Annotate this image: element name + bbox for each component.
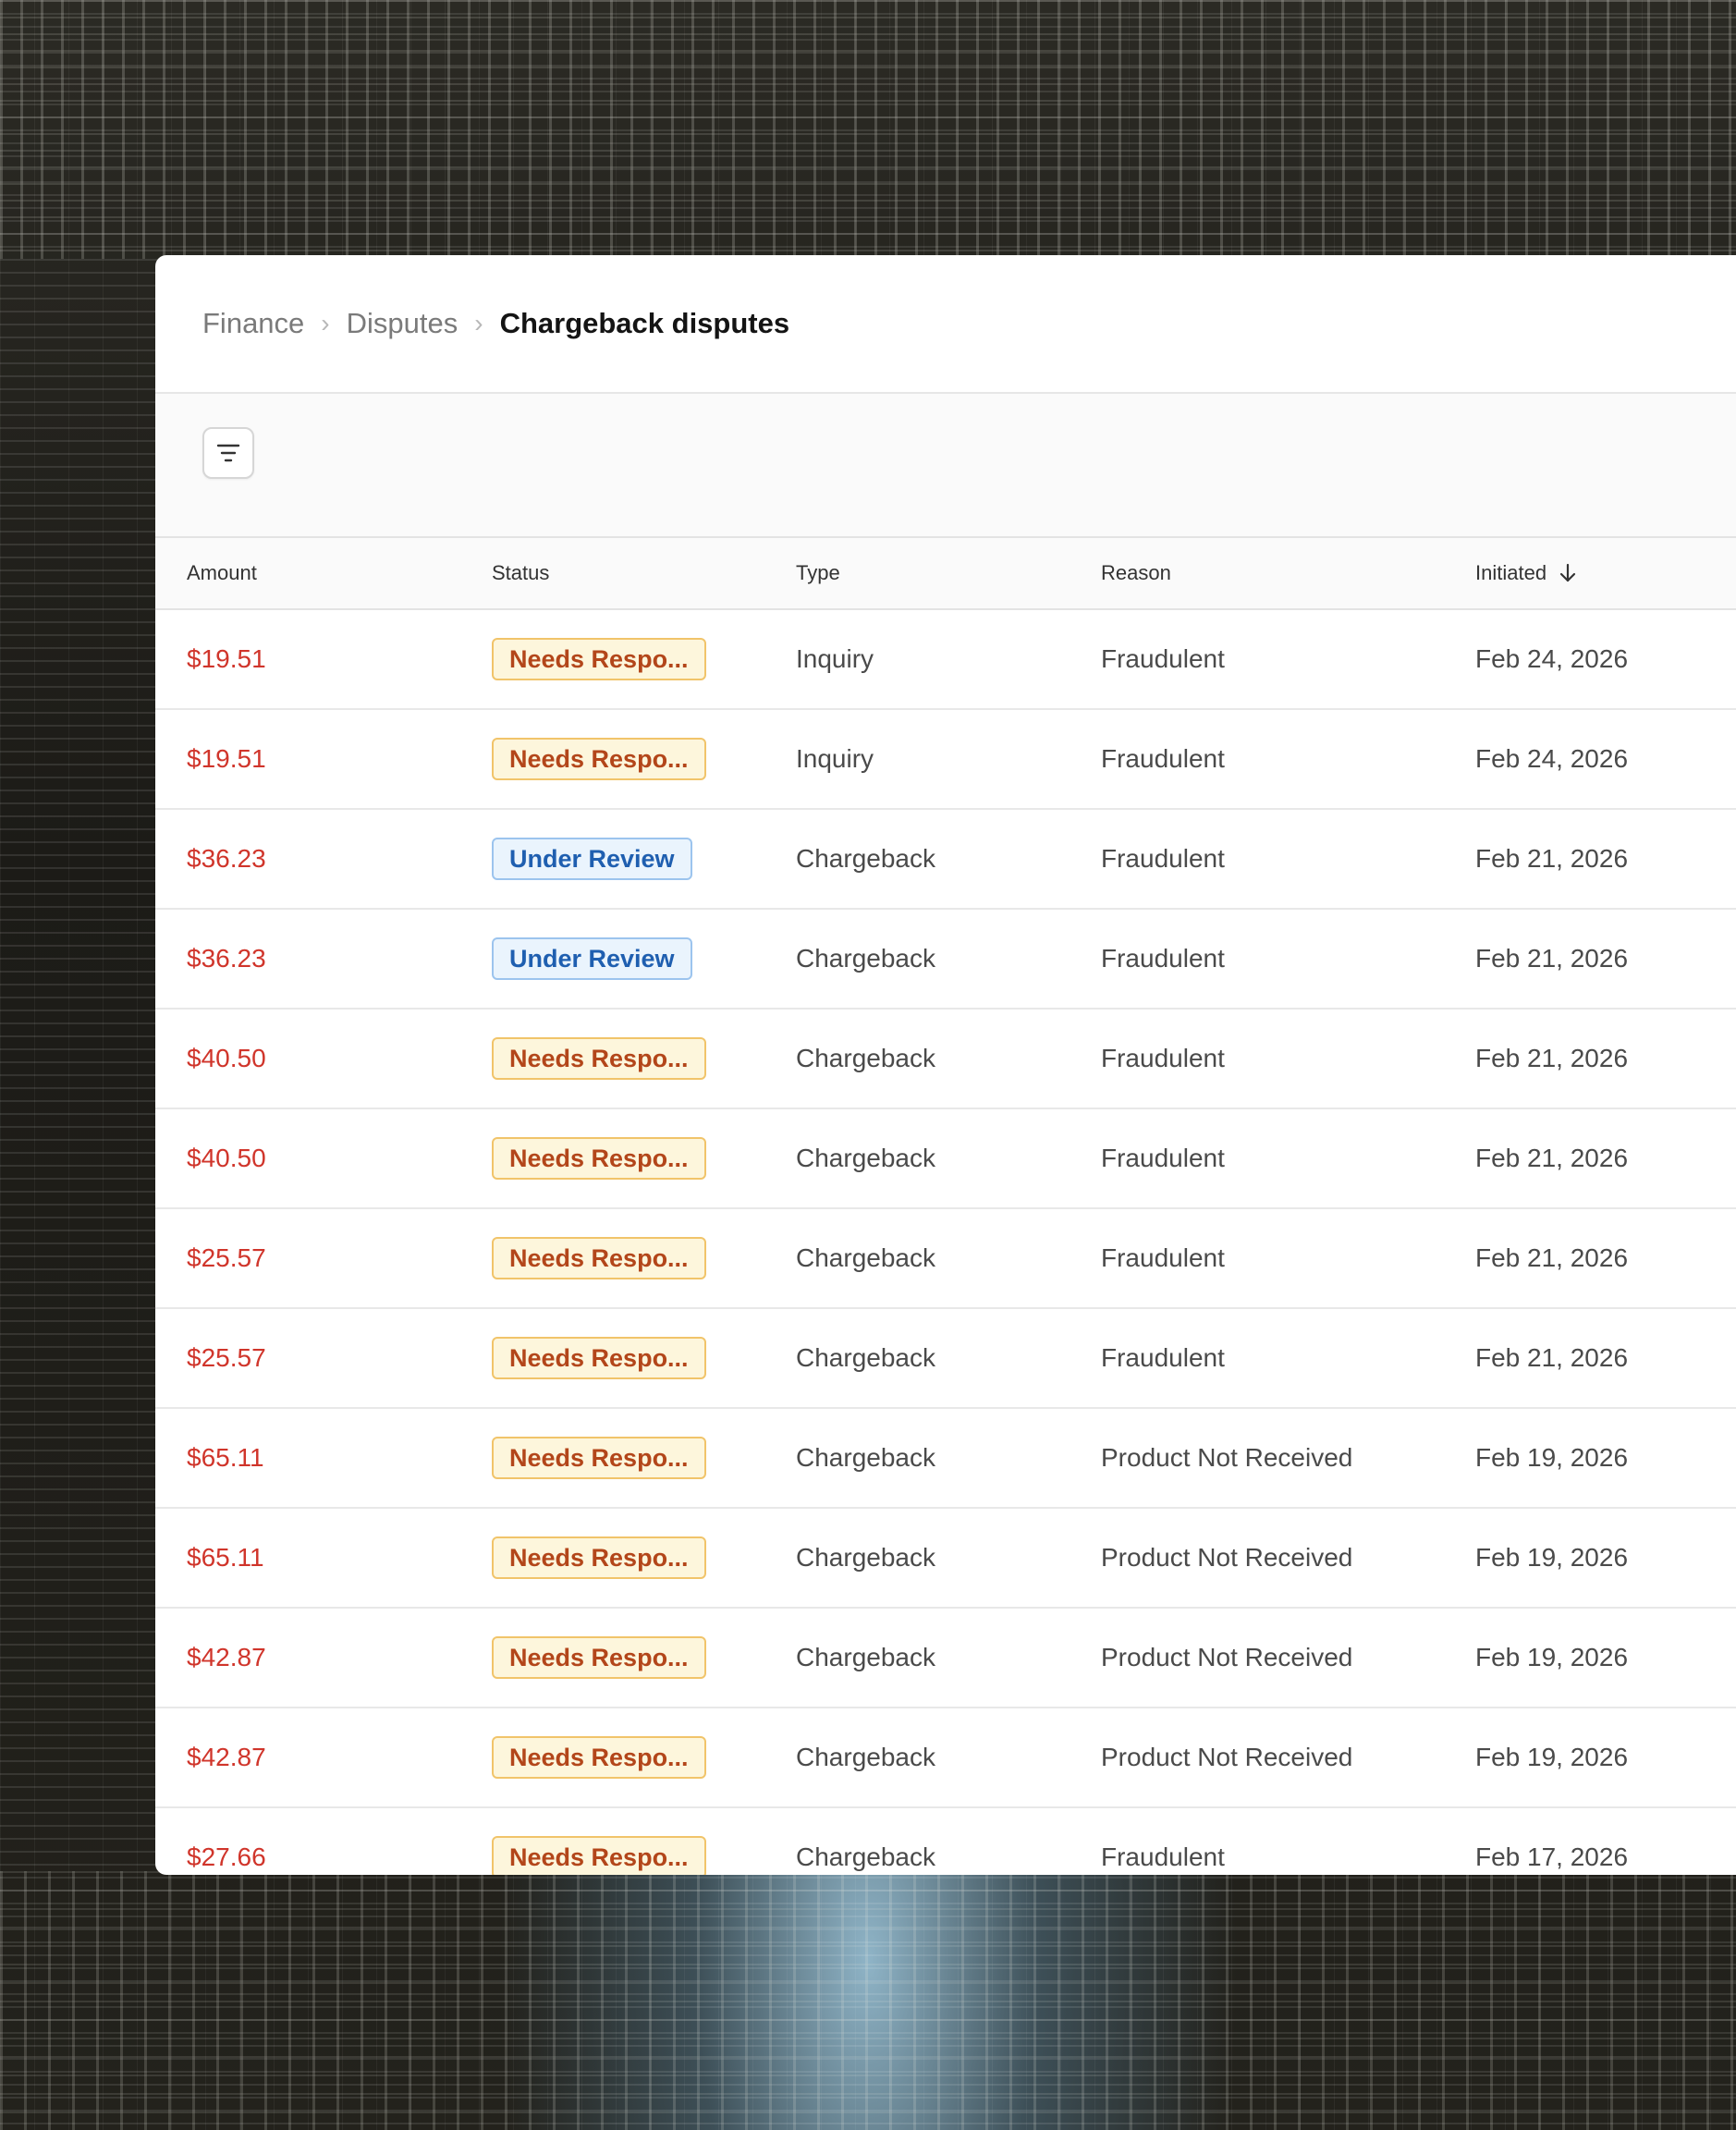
status-badge: Under Review: [492, 838, 692, 880]
initiated-cell: Feb 21, 2026: [1475, 1044, 1629, 1072]
table-row[interactable]: $65.11 Needs Respo... Chargeback Product No…: [155, 1409, 1736, 1509]
column-header-amount[interactable]: Amount: [187, 538, 257, 608]
column-header-reason[interactable]: Reason: [1101, 538, 1171, 608]
reason-cell: Fraudulent: [1101, 744, 1225, 773]
amount-cell: $36.23: [187, 844, 266, 873]
type-cell: Chargeback: [796, 1842, 935, 1871]
breadcrumb: Finance › Disputes › Chargeback disputes: [155, 255, 1736, 394]
status-badge: Needs Respo...: [492, 1337, 706, 1379]
column-header-type[interactable]: Type: [796, 538, 840, 608]
reason-cell: Fraudulent: [1101, 844, 1225, 873]
reason-cell: Fraudulent: [1101, 1343, 1225, 1372]
status-badge: Needs Respo...: [492, 1437, 706, 1479]
initiated-cell: Feb 19, 2026: [1475, 1443, 1629, 1472]
table-row[interactable]: $40.50 Needs Respo... Chargeback Fraudulent…: [155, 1010, 1736, 1109]
reason-cell: Product Not Received: [1101, 1443, 1353, 1472]
filter-button[interactable]: [202, 427, 254, 479]
amount-cell: $40.50: [187, 1044, 266, 1072]
status-badge: Needs Respo...: [492, 1037, 706, 1080]
chevron-right-icon: ›: [474, 309, 483, 337]
table-row[interactable]: $25.57 Needs Respo... Chargeback Fraudulent…: [155, 1309, 1736, 1409]
reason-cell: Fraudulent: [1101, 1144, 1225, 1172]
type-cell: Chargeback: [796, 1343, 935, 1372]
reason-cell: Fraudulent: [1101, 644, 1225, 673]
amount-cell: $19.51: [187, 644, 266, 673]
filter-icon: [216, 444, 240, 462]
status-badge: Needs Respo...: [492, 1137, 706, 1180]
initiated-cell: Feb 21, 2026: [1475, 1243, 1629, 1272]
arrow-down-icon[interactable]: [1558, 562, 1578, 584]
initiated-cell: Feb 21, 2026: [1475, 944, 1629, 973]
column-header-status[interactable]: Status: [492, 538, 549, 608]
status-badge: Needs Respo...: [492, 1237, 706, 1279]
amount-cell: $25.57: [187, 1243, 266, 1272]
amount-cell: $40.50: [187, 1144, 266, 1172]
table-row[interactable]: $40.50 Needs Respo... Chargeback Fraudulent…: [155, 1109, 1736, 1209]
table-body: $19.51 Needs Respo... Inquiry Fraudulent Feb…: [155, 610, 1736, 1875]
background-shelves-top: [0, 0, 1736, 259]
reason-cell: Fraudulent: [1101, 1243, 1225, 1272]
reason-cell: Fraudulent: [1101, 944, 1225, 973]
amount-cell: $65.11: [187, 1443, 264, 1472]
table-header: Amount Status Type Reason Initiated: [155, 538, 1736, 610]
status-badge: Under Review: [492, 937, 692, 980]
background-shelves-bottom: [0, 1871, 1736, 2130]
status-badge: Needs Respo...: [492, 1836, 706, 1875]
table-row[interactable]: $42.87 Needs Respo... Chargeback Product No…: [155, 1609, 1736, 1708]
table-row[interactable]: $42.87 Needs Respo... Chargeback Product No…: [155, 1708, 1736, 1808]
initiated-cell: Feb 17, 2026: [1475, 1842, 1629, 1871]
disputes-panel: Finance › Disputes › Chargeback disputes…: [155, 255, 1736, 1875]
amount-cell: $36.23: [187, 944, 266, 973]
column-header-initiated[interactable]: Initiated: [1475, 538, 1578, 608]
type-cell: Chargeback: [796, 1743, 935, 1771]
reason-cell: Product Not Received: [1101, 1743, 1353, 1771]
reason-cell: Product Not Received: [1101, 1643, 1353, 1671]
initiated-cell: Feb 19, 2026: [1475, 1543, 1629, 1572]
type-cell: Chargeback: [796, 1144, 935, 1172]
reason-cell: Fraudulent: [1101, 1044, 1225, 1072]
amount-cell: $42.87: [187, 1643, 266, 1671]
table-row[interactable]: $19.51 Needs Respo... Inquiry Fraudulent Feb…: [155, 610, 1736, 710]
type-cell: Chargeback: [796, 1044, 935, 1072]
table-row[interactable]: $27.66 Needs Respo... Chargeback Fraudulent…: [155, 1808, 1736, 1875]
table-row[interactable]: $36.23 Under Review Chargeback Fraudulent Fe…: [155, 810, 1736, 910]
status-badge: Needs Respo...: [492, 1636, 706, 1679]
amount-cell: $25.57: [187, 1343, 266, 1372]
table-toolbar: [155, 394, 1736, 538]
initiated-cell: Feb 19, 2026: [1475, 1643, 1629, 1671]
reason-cell: Product Not Received: [1101, 1543, 1353, 1572]
amount-cell: $19.51: [187, 744, 266, 773]
initiated-cell: Feb 21, 2026: [1475, 1343, 1629, 1372]
breadcrumb-current: Chargeback disputes: [499, 307, 790, 339]
amount-cell: $42.87: [187, 1743, 266, 1771]
breadcrumb-finance[interactable]: Finance: [202, 307, 304, 340]
type-cell: Chargeback: [796, 1443, 935, 1472]
status-badge: Needs Respo...: [492, 638, 706, 680]
initiated-cell: Feb 21, 2026: [1475, 844, 1629, 873]
initiated-cell: Feb 24, 2026: [1475, 744, 1629, 773]
chevron-right-icon: ›: [321, 309, 330, 337]
table-row[interactable]: $25.57 Needs Respo... Chargeback Fraudulent…: [155, 1209, 1736, 1309]
initiated-cell: Feb 24, 2026: [1475, 644, 1629, 673]
type-cell: Chargeback: [796, 1243, 935, 1272]
status-badge: Needs Respo...: [492, 1736, 706, 1779]
reason-cell: Fraudulent: [1101, 1842, 1225, 1871]
type-cell: Chargeback: [796, 1543, 935, 1572]
initiated-cell: Feb 19, 2026: [1475, 1743, 1629, 1771]
table-row[interactable]: $19.51 Needs Respo... Inquiry Fraudulent Feb…: [155, 710, 1736, 810]
type-cell: Chargeback: [796, 944, 935, 973]
type-cell: Chargeback: [796, 1643, 935, 1671]
type-cell: Chargeback: [796, 844, 935, 873]
type-cell: Inquiry: [796, 744, 874, 773]
status-badge: Needs Respo...: [492, 738, 706, 780]
breadcrumb-disputes[interactable]: Disputes: [347, 307, 458, 340]
amount-cell: $27.66: [187, 1842, 266, 1871]
amount-cell: $65.11: [187, 1543, 264, 1572]
initiated-cell: Feb 21, 2026: [1475, 1144, 1629, 1172]
table-row[interactable]: $36.23 Under Review Chargeback Fraudulent Fe…: [155, 910, 1736, 1010]
status-badge: Needs Respo...: [492, 1536, 706, 1579]
type-cell: Inquiry: [796, 644, 874, 673]
table-row[interactable]: $65.11 Needs Respo... Chargeback Product No…: [155, 1509, 1736, 1609]
